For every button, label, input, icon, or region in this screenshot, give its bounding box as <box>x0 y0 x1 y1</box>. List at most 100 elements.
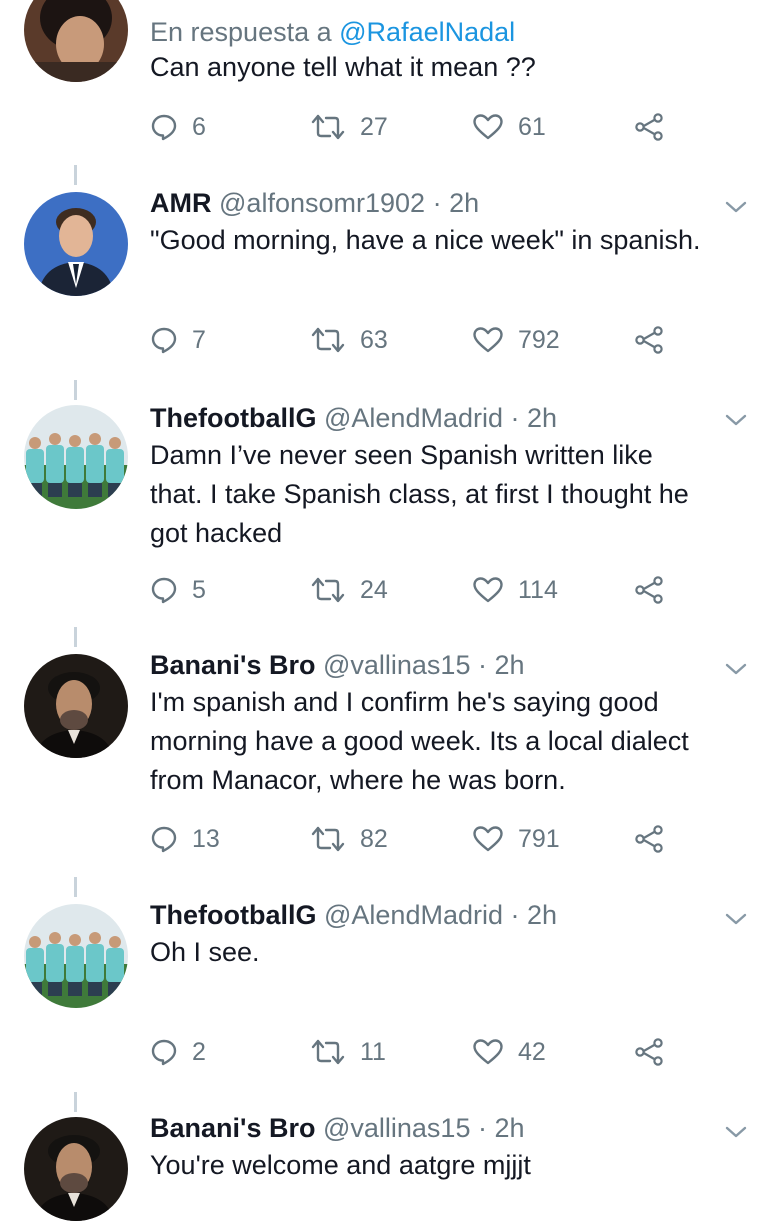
tweet-actions: 5 24 114 <box>150 570 710 610</box>
retweet-icon <box>310 825 346 853</box>
tweet-text-line: I'm spanish and I confirm he's saying go… <box>150 687 659 717</box>
chevron-down-icon[interactable] <box>724 907 748 931</box>
tweet-header: ThefootballG @AlendMadrid · 2h <box>150 897 742 933</box>
heart-icon <box>472 326 504 354</box>
chevron-down-icon[interactable] <box>724 195 748 219</box>
like-button[interactable]: 791 <box>472 819 560 859</box>
tweet-actions: 7 63 792 <box>150 320 710 360</box>
display-name[interactable]: AMR <box>150 188 212 218</box>
timestamp[interactable]: 2h <box>495 1113 525 1143</box>
reply-icon <box>150 326 178 354</box>
retweet-count: 24 <box>360 575 388 604</box>
avatar[interactable] <box>24 0 128 82</box>
share-icon <box>634 824 664 854</box>
retweet-button[interactable]: 63 <box>310 320 388 360</box>
like-button[interactable]: 42 <box>472 1032 546 1072</box>
retweet-count: 27 <box>360 112 388 141</box>
user-handle[interactable]: @vallinas15 <box>323 650 471 680</box>
user-handle[interactable]: @AlendMadrid <box>324 403 503 433</box>
separator-dot: · <box>478 1113 487 1143</box>
reply-button[interactable]: 5 <box>150 570 206 610</box>
retweet-icon <box>310 1038 346 1066</box>
timestamp[interactable]: 2h <box>527 403 557 433</box>
like-button[interactable]: 792 <box>472 320 560 360</box>
retweet-count: 11 <box>360 1037 386 1066</box>
thread-connector <box>74 380 77 400</box>
display-name[interactable]: ThefootballG <box>150 900 316 930</box>
like-count: 792 <box>518 325 560 354</box>
retweet-button[interactable]: 24 <box>310 570 388 610</box>
avatar[interactable] <box>24 654 128 758</box>
retweet-icon <box>310 576 346 604</box>
avatar[interactable] <box>24 192 128 296</box>
tweet-header: Banani's Bro @vallinas15 · 2h <box>150 647 742 683</box>
heart-icon <box>472 825 504 853</box>
separator-dot: · <box>510 900 520 930</box>
tweet[interactable]: ThefootballG @AlendMadrid · 2h Damn I’ve… <box>0 380 772 627</box>
tweet-text-line: got hacked <box>150 518 283 548</box>
display-name[interactable]: ThefootballG <box>150 403 316 433</box>
reply-button[interactable]: 6 <box>150 107 206 147</box>
timestamp[interactable]: 2h <box>495 650 525 680</box>
display-name[interactable]: Banani's Bro <box>150 1113 315 1143</box>
like-button[interactable]: 61 <box>472 107 546 147</box>
avatar[interactable] <box>24 405 128 509</box>
user-handle[interactable]: @alfonsomr1902 <box>219 188 425 218</box>
like-count: 791 <box>518 824 560 853</box>
thread-connector <box>74 877 77 897</box>
tweet-text: Can anyone tell what it mean ?? <box>150 48 742 87</box>
thread-connector <box>74 627 77 647</box>
tweet-text-line: Damn I’ve never seen Spanish written lik… <box>150 440 653 470</box>
retweet-button[interactable]: 82 <box>310 819 388 859</box>
reply-button[interactable]: 2 <box>150 1032 206 1072</box>
tweet-text-line: Oh I see. <box>150 937 260 967</box>
separator-dot: · <box>478 650 487 680</box>
tweet[interactable]: AMR @alfonsomr1902 · 2h "Good morning, h… <box>0 165 772 380</box>
thread-connector <box>74 1092 77 1112</box>
share-icon <box>634 1037 664 1067</box>
tweet-text: I'm spanish and I confirm he's saying go… <box>150 683 742 800</box>
share-button[interactable] <box>634 570 664 610</box>
chevron-down-icon[interactable] <box>724 657 748 681</box>
user-handle[interactable]: @vallinas15 <box>323 1113 471 1143</box>
reply-button[interactable]: 13 <box>150 819 220 859</box>
reply-icon <box>150 1038 178 1066</box>
tweet-text: Oh I see. <box>150 933 742 972</box>
share-button[interactable] <box>634 320 664 360</box>
retweet-button[interactable]: 11 <box>310 1032 386 1072</box>
reply-mention-link[interactable]: @RafaelNadal <box>339 17 515 47</box>
like-button[interactable]: 114 <box>472 570 558 610</box>
tweet-header: Banani's Bro @vallinas15 · 2h <box>150 1110 742 1146</box>
timestamp[interactable]: 2h <box>527 900 557 930</box>
reply-button[interactable]: 7 <box>150 320 206 360</box>
display-name[interactable]: Banani's Bro <box>150 650 315 680</box>
share-button[interactable] <box>634 819 664 859</box>
heart-icon <box>472 113 504 141</box>
tweet[interactable]: Banani's Bro @vallinas15 · 2h You're wel… <box>0 1092 772 1221</box>
tweet[interactable]: En respuesta a @RafaelNadal Can anyone t… <box>0 0 772 165</box>
retweet-button[interactable]: 27 <box>310 107 388 147</box>
reply-count: 5 <box>192 575 206 604</box>
like-count: 61 <box>518 112 546 141</box>
tweet-header: AMR @alfonsomr1902 · 2h <box>150 185 742 221</box>
timestamp[interactable]: 2h <box>449 188 479 218</box>
tweet-text-line: from Manacor, where he was born. <box>150 765 566 795</box>
tweet-text-line: "Good morning, have a nice week" in span… <box>150 225 701 255</box>
chevron-down-icon[interactable] <box>724 408 748 432</box>
tweet[interactable]: Banani's Bro @vallinas15 · 2h I'm spanis… <box>0 627 772 877</box>
chevron-down-icon[interactable] <box>724 1120 748 1144</box>
reply-count: 13 <box>192 824 220 853</box>
user-handle[interactable]: @AlendMadrid <box>324 900 503 930</box>
reply-count: 7 <box>192 325 206 354</box>
reply-count: 6 <box>192 112 206 141</box>
share-button[interactable] <box>634 1032 664 1072</box>
like-count: 114 <box>518 575 558 604</box>
share-icon <box>634 112 664 142</box>
like-count: 42 <box>518 1037 546 1066</box>
avatar[interactable] <box>24 904 128 1008</box>
avatar[interactable] <box>24 1117 128 1221</box>
share-button[interactable] <box>634 107 664 147</box>
tweet[interactable]: ThefootballG @AlendMadrid · 2h Oh I see.… <box>0 877 772 1092</box>
reply-count: 2 <box>192 1037 206 1066</box>
tweet-text-line: You're welcome and aatgre mjjjt <box>150 1150 531 1180</box>
